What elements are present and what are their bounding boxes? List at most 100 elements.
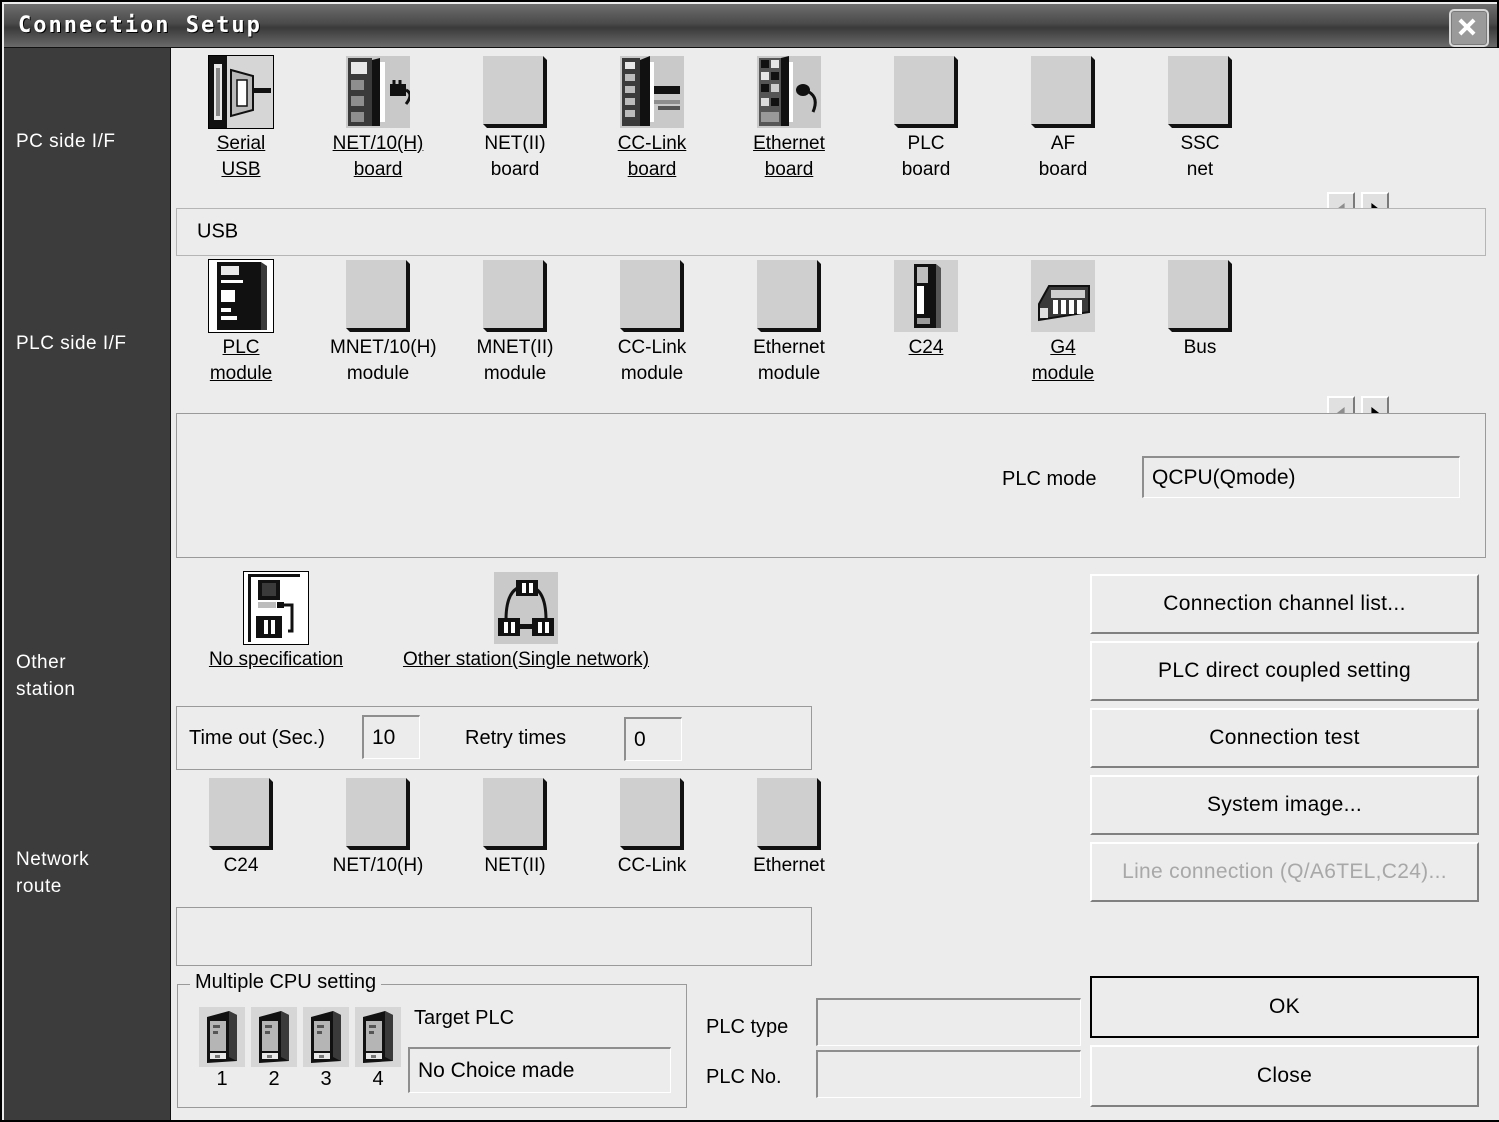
caption-line-1: NET(II) <box>484 133 546 154</box>
sidebar-label-network-route-line1: Network <box>16 849 90 870</box>
close-icon[interactable] <box>1449 9 1489 47</box>
plc-no-label: PLC No. <box>706 1066 782 1088</box>
line-connection-button[interactable]: Line connection (Q/A6TEL,C24)... <box>1090 842 1479 902</box>
pc_side-item-cc-link[interactable]: CC-Link board <box>604 56 700 183</box>
cclink-board-icon <box>620 56 684 128</box>
ethernet-board-icon <box>757 56 821 128</box>
caption-line-2: module <box>346 363 410 384</box>
plc_side-item-bus[interactable]: Bus <box>1152 260 1248 361</box>
caption-line-2: board <box>764 159 814 180</box>
network-route-item-ethernet[interactable]: Ethernet <box>741 778 837 879</box>
sidebar-label-plc-side-if: PLC side I/F <box>16 333 127 354</box>
multiple-cpu-item-4[interactable]: 4 <box>352 1007 404 1091</box>
timeout-input[interactable]: 10 <box>362 715 420 759</box>
target-plc-field[interactable]: No Choice made <box>408 1047 671 1093</box>
caption-line-2: board <box>490 159 540 180</box>
sidebar-label-network-route-line2: route <box>16 876 62 897</box>
plc-no-field[interactable] <box>816 1050 1081 1098</box>
plc_side-item-mnet-10-h[interactable]: MNET/10(H) module <box>330 260 437 387</box>
network-route-item-label: NET/10(H) <box>332 855 424 876</box>
connection-channel-list-button[interactable]: Connection channel list... <box>1090 574 1479 634</box>
pc_side-label: AF board <box>1015 131 1111 183</box>
multiple-cpu-item-1[interactable]: 1 <box>196 1007 248 1091</box>
multiple-cpu-item-number: 3 <box>320 1068 332 1090</box>
caption-line-1: Ethernet <box>753 133 825 154</box>
close-button[interactable]: Close <box>1090 1045 1479 1107</box>
cpu-tower-icon <box>251 1007 297 1067</box>
retry-value: 0 <box>634 727 646 751</box>
plc-direct-coupled-setting-button[interactable]: PLC direct coupled setting <box>1090 641 1479 701</box>
network-route-item-net-ii[interactable]: NET(II) <box>467 778 563 879</box>
plc_side-item-g4[interactable]: G4 module <box>1015 260 1111 387</box>
caption-line-1: MNET/10(H) <box>330 337 437 358</box>
pc_side-item-ethernet[interactable]: Ethernet board <box>741 56 837 183</box>
ethernet-route-icon <box>757 778 821 850</box>
plc-type-label: PLC type <box>706 1016 789 1038</box>
network-route-item-cc-link[interactable]: CC-Link <box>604 778 700 879</box>
caption-line-1: CC-Link <box>617 337 687 358</box>
netii-route-icon <box>483 778 547 850</box>
pc_side-item-ssc[interactable]: SSC net <box>1152 56 1248 183</box>
serial-usb-icon <box>208 55 274 129</box>
plc_side-label: MNET(II) module <box>467 335 563 387</box>
plc_side-label: Ethernet module <box>741 335 837 387</box>
caption-line-1: SSC <box>1180 133 1220 154</box>
pc_side-item-plc[interactable]: PLC board <box>878 56 974 183</box>
pc_side-label: NET/10(H) board <box>330 131 426 183</box>
caption-line-2: board <box>1038 159 1088 180</box>
plc_side-item-plc[interactable]: PLC module <box>193 259 289 387</box>
cpu-tower-icon <box>355 1007 401 1067</box>
pc_side-item-serial[interactable]: Serial USB <box>193 55 289 183</box>
pc_side-item-net-10-h[interactable]: NET/10(H) board <box>330 56 426 183</box>
connection-test-button[interactable]: Connection test <box>1090 708 1479 768</box>
caption-line-1: Bus <box>1183 337 1217 358</box>
caption-line-1: C24 <box>908 337 944 358</box>
plc-mode-value: QCPU(Qmode) <box>1152 465 1296 489</box>
plc_side-item-ethernet[interactable]: Ethernet module <box>741 260 837 387</box>
caption-line-2: USB <box>221 159 261 180</box>
pc_side-label: CC-Link board <box>604 131 700 183</box>
other-station-item-other-station-single-network[interactable]: Other station(Single network) <box>361 572 691 673</box>
plc_side-label: Bus <box>1152 335 1248 361</box>
other-station-item-label: Other station(Single network) <box>402 649 650 670</box>
plc-type-field[interactable] <box>816 998 1081 1046</box>
ethernet-module-icon <box>757 260 821 332</box>
multiple-cpu-item-number: 1 <box>216 1068 228 1090</box>
network-route-value-panel[interactable] <box>176 907 812 966</box>
caption-line-1: PLC <box>907 133 945 154</box>
cpu-tower-icon <box>199 1007 245 1067</box>
pc-side-value-strip[interactable]: USB <box>176 208 1486 256</box>
netii-board-icon <box>483 56 547 128</box>
sidebar-label-other-station-line2: station <box>16 679 76 700</box>
other-station-item-no-specification[interactable]: No specification <box>191 571 361 673</box>
plc-module-icon <box>208 259 274 333</box>
network-route-item-net-10-h[interactable]: NET/10(H) <box>330 778 426 879</box>
multiple-cpu-item-2[interactable]: 2 <box>248 1007 300 1091</box>
retry-input[interactable]: 0 <box>624 717 682 761</box>
plc_side-label: CC-Link module <box>604 335 700 387</box>
plc_side-item-cc-link[interactable]: CC-Link module <box>604 260 700 387</box>
sscnet-icon <box>1168 56 1232 128</box>
multiple-cpu-item-number: 2 <box>268 1068 280 1090</box>
plc_side-label: C24 <box>878 335 974 361</box>
cclink-module-icon <box>620 260 684 332</box>
network-route-item-label: Ethernet <box>753 855 825 876</box>
plc_side-item-mnet-ii[interactable]: MNET(II) module <box>467 260 563 387</box>
caption-line-1: Ethernet <box>753 337 825 358</box>
cpu-tower-icon <box>303 1007 349 1067</box>
caption-line-2: module <box>209 363 273 384</box>
other-station-item-label: No specification <box>208 649 344 670</box>
system-image-button[interactable]: System image... <box>1090 775 1479 835</box>
pc_side-item-af[interactable]: AF board <box>1015 56 1111 183</box>
pc_side-label: Serial USB <box>193 131 289 183</box>
ok-button[interactable]: OK <box>1090 976 1479 1038</box>
plc_side-item-c24[interactable]: C24 <box>878 260 974 361</box>
caption-line-2: module <box>620 363 684 384</box>
multiple-cpu-item-3[interactable]: 3 <box>300 1007 352 1091</box>
pc_side-item-net-ii[interactable]: NET(II) board <box>467 56 563 183</box>
timeout-value: 10 <box>372 725 396 749</box>
plc_side-label: G4 module <box>1015 335 1111 387</box>
plc-mode-field[interactable]: QCPU(Qmode) <box>1142 456 1460 498</box>
network-route-item-c24[interactable]: C24 <box>193 778 289 879</box>
network-route-item-label: C24 <box>223 855 259 876</box>
